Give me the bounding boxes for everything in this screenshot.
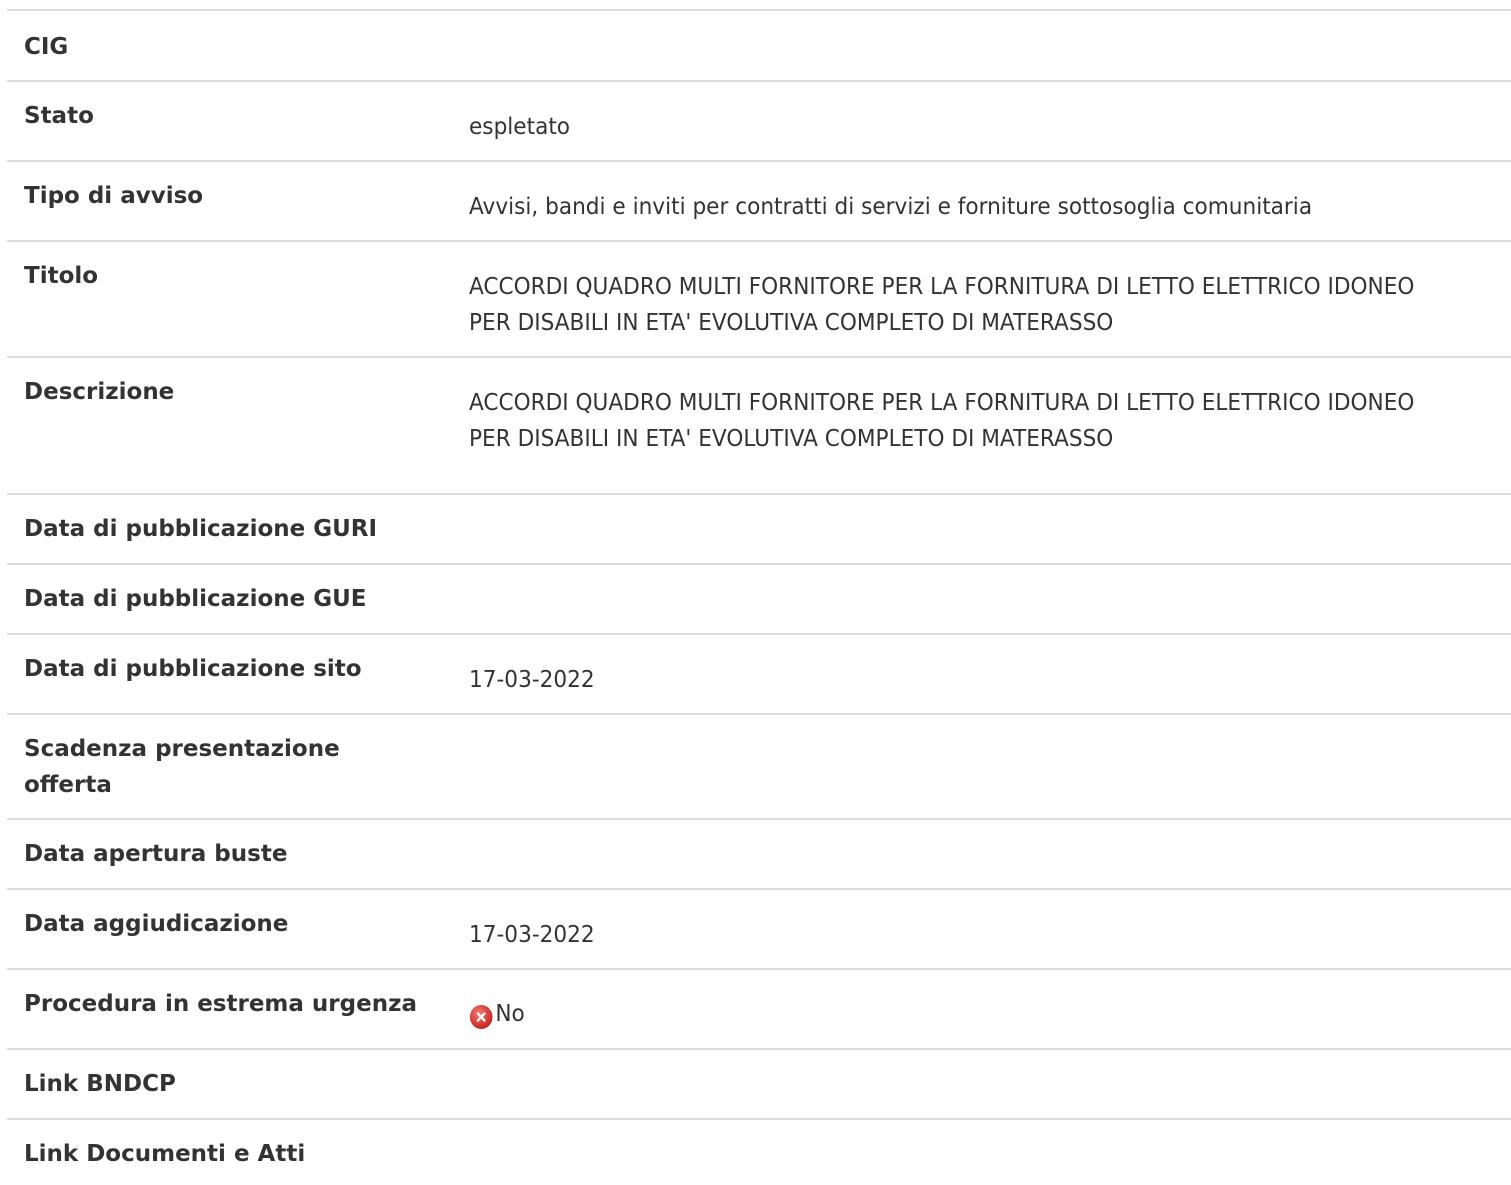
row-data-pub-gue: Data di pubblicazione GUE xyxy=(7,563,1511,633)
label-link-documenti-atti: Link Documenti e Atti xyxy=(24,1141,306,1167)
label-link-bndcp: Link BNDCP xyxy=(24,1071,176,1097)
row-procedura-urgenza: Procedura in estrema urgenza No xyxy=(7,968,1511,1048)
value-procedura-urgenza: No xyxy=(469,996,1447,1032)
label-data-pub-gue: Data di pubblicazione GUE xyxy=(24,586,367,612)
row-data-aggiudicazione: Data aggiudicazione 17-03-2022 xyxy=(7,888,1511,968)
row-tipo-avviso: Tipo di avviso Avvisi, bandi e inviti pe… xyxy=(7,160,1511,240)
row-link-bndcp: Link BNDCP xyxy=(7,1048,1511,1118)
row-titolo: Titolo ACCORDI QUADRO MULTI FORNITORE PE… xyxy=(7,240,1511,356)
label-data-pub-guri: Data di pubblicazione GURI xyxy=(24,516,378,542)
label-data-apertura-buste: Data apertura buste xyxy=(24,841,288,867)
row-cig: CIG xyxy=(7,9,1511,80)
label-data-pub-sito: Data di pubblicazione sito xyxy=(24,656,362,682)
label-cig: CIG xyxy=(24,34,69,60)
value-tipo-avviso: Avvisi, bandi e inviti per contratti di … xyxy=(469,194,1313,220)
label-tipo-avviso: Tipo di avviso xyxy=(24,183,204,209)
value-descrizione: ACCORDI QUADRO MULTI FORNITORE PER LA FO… xyxy=(469,390,1415,452)
value-data-pub-sito: 17-03-2022 xyxy=(469,667,595,693)
row-data-pub-guri: Data di pubblicazione GURI xyxy=(7,493,1511,563)
label-scadenza-offerta: Scadenza presentazione offerta xyxy=(24,736,340,798)
label-descrizione: Descrizione xyxy=(24,379,175,405)
row-scadenza-offerta: Scadenza presentazione offerta xyxy=(7,713,1511,818)
label-data-aggiudicazione: Data aggiudicazione xyxy=(24,911,289,937)
label-stato: Stato xyxy=(24,103,94,129)
row-descrizione: Descrizione ACCORDI QUADRO MULTI FORNITO… xyxy=(7,356,1511,493)
value-titolo: ACCORDI QUADRO MULTI FORNITORE PER LA FO… xyxy=(469,274,1415,336)
row-stato: Stato espletato xyxy=(7,80,1511,160)
label-titolo: Titolo xyxy=(24,263,99,289)
value-stato: espletato xyxy=(469,114,571,140)
value-procedura-urgenza-text: No xyxy=(495,1001,525,1027)
value-data-aggiudicazione: 17-03-2022 xyxy=(469,922,595,948)
row-data-pub-sito: Data di pubblicazione sito 17-03-2022 xyxy=(7,633,1511,713)
row-data-apertura-buste: Data apertura buste xyxy=(7,818,1511,888)
red-x-circle-icon xyxy=(469,1005,493,1029)
label-procedura-urgenza: Procedura in estrema urgenza xyxy=(24,991,417,1017)
row-link-documenti-atti: Link Documenti e Atti xyxy=(7,1118,1511,1185)
